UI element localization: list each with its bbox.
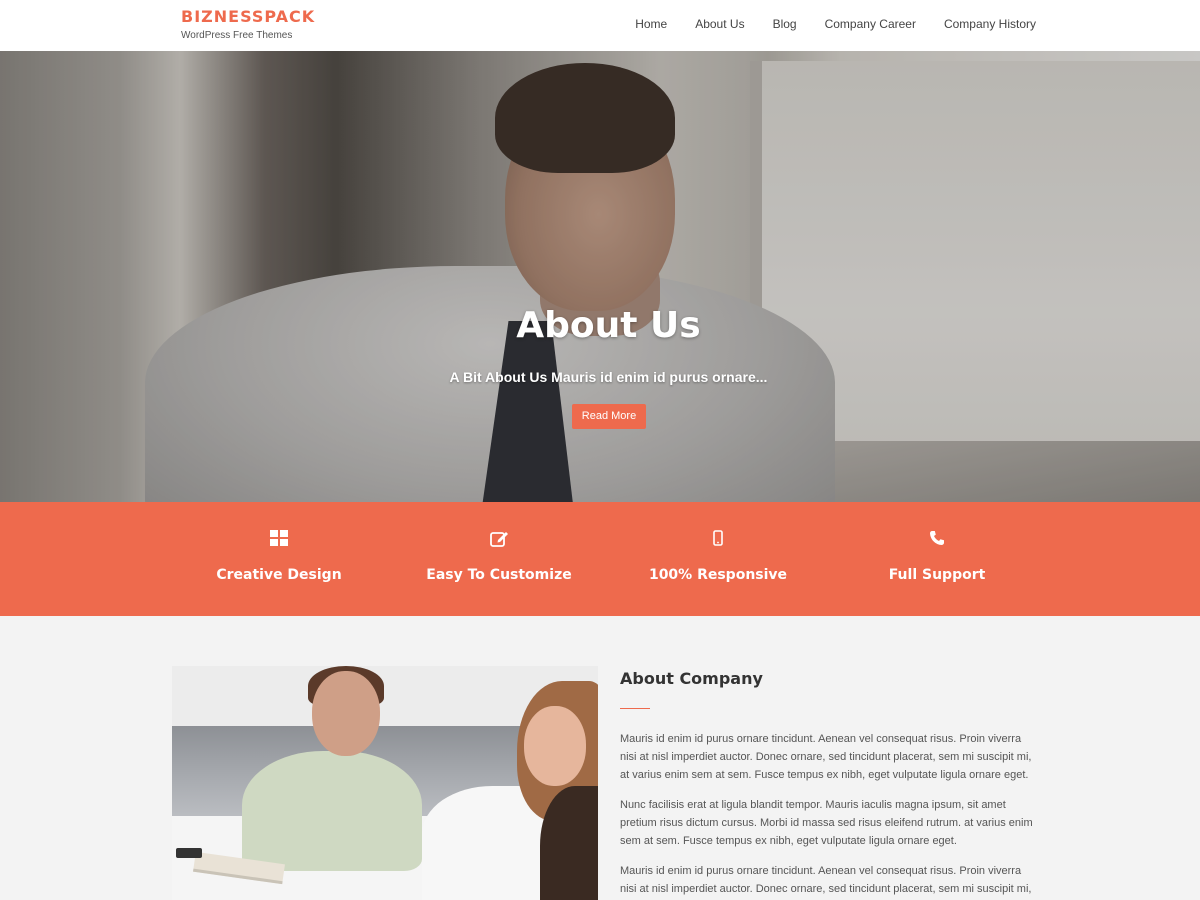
hero-subtitle: A Bit About Us Mauris id enim id purus o… [449, 369, 768, 385]
about-company-image [172, 666, 598, 900]
site-header: BIZNESSPACK WordPress Free Themes Home A… [0, 0, 1200, 51]
nav-item-company-history[interactable]: Company History [944, 17, 1036, 31]
brand-name[interactable]: BIZNESSPACK [181, 7, 315, 27]
grid-icon [169, 530, 389, 548]
read-more-button[interactable]: Read More [572, 404, 646, 429]
mobile-icon [608, 530, 828, 548]
image-phone [176, 848, 202, 858]
phone-icon [827, 530, 1047, 548]
nav-item-company-career[interactable]: Company Career [825, 17, 916, 31]
feature-label: 100% Responsive [648, 567, 788, 583]
edit-icon [389, 530, 609, 548]
about-company: About Company Mauris id enim id purus or… [620, 668, 1040, 898]
hero-banner: About Us A Bit About Us Mauris id enim i… [0, 51, 1200, 502]
about-paragraph: Mauris id enim id purus ornare tincidunt… [620, 733, 1032, 781]
feature-label: Easy To Customize [426, 567, 572, 583]
about-title: About Company [620, 669, 763, 688]
features-band: Creative Design Easy To Customize 100% R… [0, 502, 1200, 616]
hero-title: About Us [516, 305, 701, 346]
image-woman2-head [524, 706, 586, 786]
title-divider [620, 708, 650, 709]
feature-label: Creative Design [216, 567, 342, 583]
nav-item-blog[interactable]: Blog [773, 17, 797, 31]
brand-tagline: WordPress Free Themes [181, 30, 293, 41]
main-nav: Home About Us Blog Company Career Compan… [635, 17, 1036, 31]
feature-label: Full Support [888, 567, 986, 583]
image-woman-head [312, 671, 380, 756]
feature-easy-to-customize[interactable]: Easy To Customize [389, 502, 609, 616]
nav-item-home[interactable]: Home [635, 17, 667, 31]
feature-responsive[interactable]: 100% Responsive [608, 502, 828, 616]
nav-item-about-us[interactable]: About Us [695, 17, 744, 31]
image-woman-body [242, 751, 422, 871]
hero-content: About Us A Bit About Us Mauris id enim i… [0, 51, 1200, 502]
brand[interactable]: BIZNESSPACK WordPress Free Themes [181, 7, 315, 41]
about-paragraph: Nunc facilisis erat at ligula blandit te… [620, 799, 1033, 847]
about-paragraph: Mauris id enim id purus ornare tincidunt… [620, 865, 1032, 895]
feature-creative-design[interactable]: Creative Design [169, 502, 389, 616]
feature-full-support[interactable]: Full Support [827, 502, 1047, 616]
